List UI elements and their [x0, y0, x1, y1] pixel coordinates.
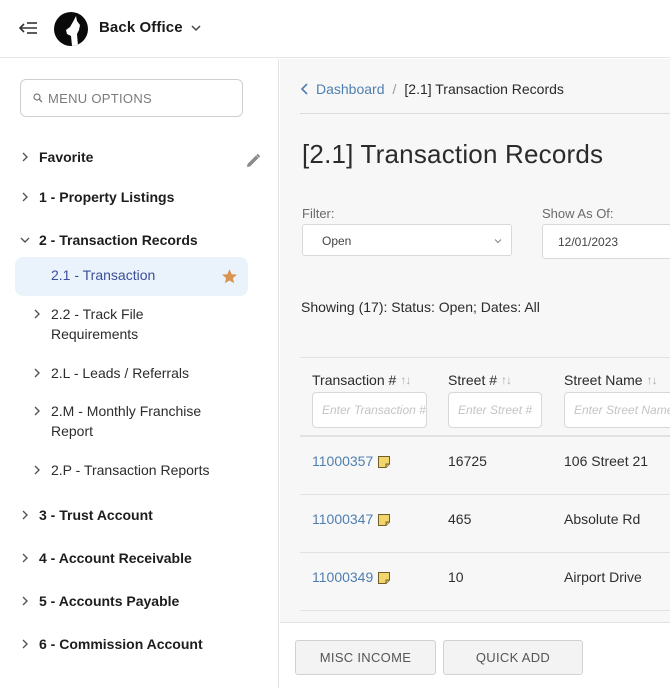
- top-bar: Back Office: [0, 0, 670, 58]
- chevron-down-icon: [20, 237, 30, 243]
- sidebar-item-label: 2.M - Monthly Franchise Report: [51, 403, 202, 439]
- sidebar-item-transaction[interactable]: 2.1 - Transaction: [15, 257, 248, 296]
- sidebar-item-leads-referrals[interactable]: 2.L - Leads / Referrals: [32, 363, 189, 383]
- sidebar-item-transaction-records[interactable]: 2 - Transaction Records: [20, 231, 198, 249]
- chevron-right-icon: [34, 368, 40, 378]
- sidebar-item-monthly-franchise-report[interactable]: 2.M - Monthly Franchise Report: [32, 401, 201, 441]
- column-header-transaction: Transaction # ↑↓: [312, 372, 427, 428]
- show-as-of-input[interactable]: [558, 235, 668, 249]
- chevron-right-icon: [22, 639, 28, 649]
- main-content: Dashboard / [2.1] Transaction Records [2…: [280, 59, 670, 688]
- column-header-street-no: Street # ↑↓: [448, 372, 542, 428]
- sidebar-item-label: 2.2 - Track File Requirements: [51, 306, 144, 342]
- sticky-note-icon[interactable]: [377, 455, 391, 469]
- app-title[interactable]: Back Office: [99, 19, 183, 36]
- street-number-cell: 16725: [448, 453, 487, 469]
- chevron-right-icon: [22, 553, 28, 563]
- sidebar: Favorite 1 - Property Listings 2 - Trans…: [0, 59, 279, 688]
- sidebar-item-transaction-reports[interactable]: 2.P - Transaction Reports: [32, 460, 209, 480]
- divider: [300, 113, 670, 114]
- breadcrumb: Dashboard / [2.1] Transaction Records: [300, 81, 564, 97]
- filter-value: Open: [322, 234, 352, 248]
- street-no-filter-input[interactable]: [448, 392, 542, 428]
- sidebar-item-label: 2 - Transaction Records: [39, 232, 198, 248]
- chevron-down-icon[interactable]: [189, 21, 203, 35]
- star-icon[interactable]: [221, 268, 238, 285]
- filter-label: Filter:: [302, 206, 335, 221]
- chevron-right-icon: [22, 596, 28, 606]
- breadcrumb-current: [2.1] Transaction Records: [404, 81, 564, 97]
- sidebar-item-label: 2.P - Transaction Reports: [51, 462, 210, 478]
- table-row[interactable]: 11000357 16725 106 Street 21: [300, 437, 670, 495]
- sidebar-item-label: 3 - Trust Account: [39, 507, 153, 523]
- menu-search-field[interactable]: [20, 79, 243, 117]
- sidebar-item-label: 6 - Commission Account: [39, 636, 203, 652]
- showing-summary: Showing (17): Status: Open; Dates: All: [301, 299, 540, 315]
- chevron-right-icon: [34, 406, 40, 416]
- transaction-link[interactable]: 11000349: [312, 569, 391, 585]
- wolf-logo-icon: [54, 12, 88, 46]
- collapse-menu-icon[interactable]: [18, 18, 40, 38]
- sidebar-item-track-file-requirements[interactable]: 2.2 - Track File Requirements: [32, 304, 144, 344]
- sidebar-item-property-listings[interactable]: 1 - Property Listings: [20, 188, 174, 206]
- street-number-cell: 10: [448, 569, 464, 585]
- transactions-table: Transaction #↑↓ Street #↑↓ Street Name↑↓…: [300, 357, 670, 611]
- chevron-right-icon: [34, 309, 40, 319]
- sticky-note-icon[interactable]: [377, 571, 391, 585]
- chevron-right-icon: [22, 192, 28, 202]
- table-row[interactable]: 11000347 465 Absolute Rd: [300, 495, 670, 553]
- sidebar-item-label: 4 - Account Receivable: [39, 550, 192, 566]
- chevron-down-icon: [494, 239, 502, 244]
- transaction-link[interactable]: 11000347: [312, 511, 391, 527]
- chevron-left-icon[interactable]: [300, 83, 310, 95]
- show-as-of-field[interactable]: [542, 224, 670, 259]
- sort-icon[interactable]: ↑↓: [647, 373, 658, 387]
- sidebar-item-label: 5 - Accounts Payable: [39, 593, 180, 609]
- sidebar-item-accounts-payable[interactable]: 5 - Accounts Payable: [20, 592, 179, 610]
- street-name-cell: Absolute Rd: [564, 511, 641, 527]
- quick-add-button[interactable]: QUICK ADD: [443, 640, 583, 675]
- sidebar-item-trust-account[interactable]: 3 - Trust Account: [20, 506, 153, 524]
- chevron-right-icon: [22, 152, 28, 162]
- search-icon: [33, 93, 43, 103]
- page-title: [2.1] Transaction Records: [302, 139, 604, 169]
- sidebar-item-favorite[interactable]: Favorite: [20, 148, 93, 166]
- sidebar-item-label: 2.L - Leads / Referrals: [51, 365, 189, 381]
- sidebar-item-label: Favorite: [39, 149, 94, 165]
- filter-select[interactable]: Open: [302, 224, 512, 256]
- sticky-note-icon[interactable]: [377, 513, 391, 527]
- sidebar-item-label: 2.1 - Transaction: [51, 267, 156, 283]
- column-header-street-name: Street Name ↑↓: [564, 372, 670, 428]
- breadcrumb-dashboard-link[interactable]: Dashboard: [316, 81, 385, 97]
- transaction-filter-input[interactable]: [312, 392, 427, 428]
- column-label: Street Name: [564, 372, 643, 388]
- transaction-link[interactable]: 11000357: [312, 453, 391, 469]
- sidebar-item-commission-account[interactable]: 6 - Commission Account: [20, 635, 203, 653]
- chevron-right-icon: [34, 465, 40, 475]
- chevron-right-icon: [22, 510, 28, 520]
- menu-search-input[interactable]: [48, 90, 228, 106]
- sidebar-item-account-receivable[interactable]: 4 - Account Receivable: [20, 549, 192, 567]
- column-label: Street #: [448, 372, 498, 388]
- pencil-icon[interactable]: [244, 152, 262, 170]
- street-name-cell: Airport Drive: [564, 569, 642, 585]
- show-as-of-label: Show As Of:: [542, 206, 614, 221]
- sort-icon[interactable]: ↑↓: [501, 373, 512, 387]
- table-header: Transaction #↑↓ Street #↑↓ Street Name↑↓: [300, 357, 670, 437]
- street-name-cell: 106 Street 21: [564, 453, 649, 469]
- sort-icon[interactable]: ↑↓: [400, 373, 411, 387]
- table-row[interactable]: 11000349 10 Airport Drive: [300, 553, 670, 611]
- street-name-filter-input[interactable]: [564, 392, 670, 428]
- breadcrumb-separator: /: [392, 81, 397, 97]
- action-bar: MISC INCOME QUICK ADD: [280, 622, 670, 688]
- sidebar-item-label: 1 - Property Listings: [39, 189, 175, 205]
- street-number-cell: 465: [448, 511, 472, 527]
- misc-income-button[interactable]: MISC INCOME: [295, 640, 436, 675]
- column-label: Transaction #: [312, 372, 397, 388]
